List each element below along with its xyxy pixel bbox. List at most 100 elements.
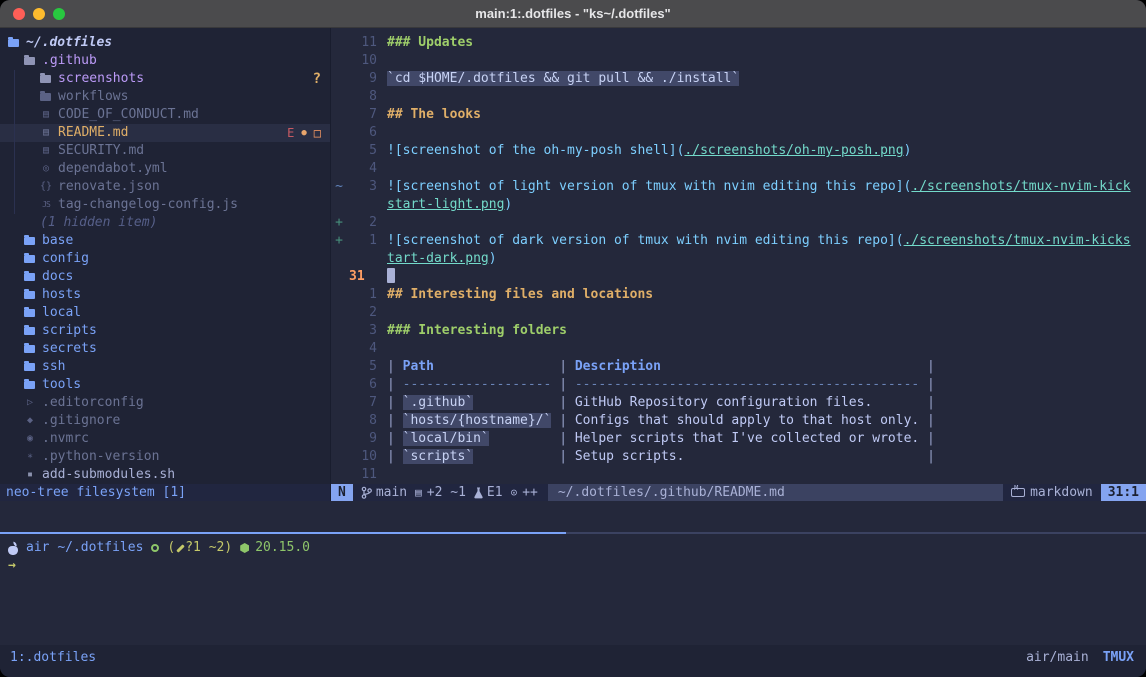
tree-item-renovate-json[interactable]: {}renovate.json: [0, 178, 330, 196]
editor-line[interactable]: 3### Interesting folders: [331, 322, 1146, 340]
line-number: 5: [347, 358, 377, 376]
folder-icon: [24, 255, 35, 263]
tree-item-readme-md[interactable]: ▤README.mdE●□: [0, 124, 330, 142]
editor-line[interactable]: 7## The looks: [331, 106, 1146, 124]
pencil-icon: [175, 543, 185, 553]
indent-guide: [0, 394, 24, 412]
tree-item-label: base: [42, 232, 73, 250]
marker-sq-icon: □: [314, 124, 321, 142]
tree-item-docs[interactable]: docs: [0, 268, 330, 286]
editor-line[interactable]: 9| `local/bin` | Helper scripts that I'v…: [331, 430, 1146, 448]
indent-guide: [0, 466, 24, 484]
shell-pane[interactable]: air ~/.dotfiles ( ?1 ~2 ) 20.15.0 →: [0, 534, 1146, 645]
editor-line[interactable]: 1## Interesting files and locations: [331, 286, 1146, 304]
tree-item-local[interactable]: local: [0, 304, 330, 322]
editor-line[interactable]: 4: [331, 160, 1146, 178]
tree-item-gitignore[interactable]: ◆.gitignore: [0, 412, 330, 430]
tree-item-editorconfig[interactable]: ▷.editorconfig: [0, 394, 330, 412]
tree-item-nvmrc[interactable]: ◉.nvmrc: [0, 430, 330, 448]
syntax-link: ): [904, 143, 912, 158]
tree-item-base[interactable]: base: [0, 232, 330, 250]
line-text: `cd $HOME/.dotfiles && git pull && ./ins…: [377, 70, 739, 88]
maximize-button[interactable]: [53, 8, 65, 20]
syntax-link: ![screenshot of dark version of tmux wit…: [387, 233, 904, 248]
tree-item-1-hidden-item[interactable]: (1 hidden item): [0, 214, 330, 232]
editor-line[interactable]: 4: [331, 340, 1146, 358]
tmux-window-tab[interactable]: 1:.dotfiles: [10, 650, 96, 665]
prompt-input-line[interactable]: →: [8, 557, 1146, 575]
indent-guide: [0, 376, 24, 394]
editor-window[interactable]: 11### Updates109`cd $HOME/.dotfiles && g…: [331, 28, 1146, 501]
syntax-code: `.github`: [403, 395, 473, 410]
tree-item-code-of-conduct-md[interactable]: ▤CODE_OF_CONDUCT.md: [0, 106, 330, 124]
editor-line-wrap[interactable]: start-light.png): [331, 196, 1146, 214]
editor-line[interactable]: 5| Path | Description |: [331, 358, 1146, 376]
line-text: | `hosts/{hostname}/` | Configs that sho…: [377, 412, 935, 430]
titlebar[interactable]: main:1:.dotfiles - "ks~/.dotfiles": [0, 0, 1146, 28]
tree-item-secrets[interactable]: secrets: [0, 340, 330, 358]
line-text: | Path | Description |: [377, 358, 935, 376]
tree-item-workflows[interactable]: workflows: [0, 88, 330, 106]
gutter-sign: [331, 52, 347, 70]
editor-line[interactable]: 6: [331, 124, 1146, 142]
indent-guide: [0, 232, 24, 250]
cursor-position: 31:1: [1101, 484, 1146, 501]
tree-item-config[interactable]: config: [0, 250, 330, 268]
buffer-icon: ▤: [415, 486, 422, 499]
syntax-pipe: |: [551, 413, 574, 428]
syntax-url: start-light.png: [387, 197, 504, 212]
tree-item-add-submodules-sh[interactable]: ▪add-submodules.sh: [0, 466, 330, 484]
git-paren-open: (: [167, 539, 175, 557]
editor-line[interactable]: 5![screenshot of the oh-my-posh shell](.…: [331, 142, 1146, 160]
editor-line[interactable]: 11### Updates: [331, 34, 1146, 52]
editor-line[interactable]: 9`cd $HOME/.dotfiles && git pull && ./in…: [331, 70, 1146, 88]
traffic-lights: [13, 8, 65, 20]
tree-item-hosts[interactable]: hosts: [0, 286, 330, 304]
apple-icon: [8, 542, 18, 555]
tree-item-security-md[interactable]: ▤SECURITY.md: [0, 142, 330, 160]
editor-buffer[interactable]: 11### Updates109`cd $HOME/.dotfiles && g…: [331, 28, 1146, 484]
editor-line[interactable]: 8| `hosts/{hostname}/` | Configs that sh…: [331, 412, 1146, 430]
tree-item-scripts[interactable]: scripts: [0, 322, 330, 340]
gutter-sign: [331, 88, 347, 106]
tree-item-github[interactable]: .github: [0, 52, 330, 70]
tree-item-tools[interactable]: tools: [0, 376, 330, 394]
gutter-sign: [331, 322, 347, 340]
python-file-icon: ∗: [24, 448, 36, 466]
editor-line[interactable]: 2: [331, 304, 1146, 322]
close-button[interactable]: [13, 8, 25, 20]
editor-line[interactable]: +2: [331, 214, 1146, 232]
mode-indicator: N: [331, 484, 353, 501]
editor-line[interactable]: 31: [331, 268, 1146, 286]
prompt-path: ~/.dotfiles: [57, 539, 143, 557]
gutter-sign: ~: [331, 178, 347, 196]
tmux-pane-divider[interactable]: [0, 532, 1146, 534]
indent-guide: [0, 34, 8, 52]
active-pane-border: [0, 532, 566, 534]
tree-item-markers: ?: [313, 70, 330, 88]
editor-line[interactable]: 11: [331, 466, 1146, 484]
tree-item-dependabot-yml[interactable]: ◎dependabot.yml: [0, 160, 330, 178]
editor-line[interactable]: 7| `.github` | GitHub Repository configu…: [331, 394, 1146, 412]
editor-line[interactable]: 6| ------------------- | ---------------…: [331, 376, 1146, 394]
indent-guide: [0, 214, 40, 232]
tree-item-screenshots[interactable]: screenshots?: [0, 70, 330, 88]
editor-line-wrap[interactable]: tart-dark.png): [331, 250, 1146, 268]
editor-line[interactable]: +1![screenshot of dark version of tmux w…: [331, 232, 1146, 250]
editor-line[interactable]: 10: [331, 52, 1146, 70]
tree-item-ssh[interactable]: ssh: [0, 358, 330, 376]
minimize-button[interactable]: [33, 8, 45, 20]
editor-line[interactable]: 10| `scripts` | Setup scripts. |: [331, 448, 1146, 466]
tree-item-python-version[interactable]: ∗.python-version: [0, 448, 330, 466]
indent-guide: [0, 124, 40, 142]
tree-item-tag-changelog-config-js[interactable]: JStag-changelog-config.js: [0, 196, 330, 214]
tree-item-label: secrets: [42, 340, 97, 358]
current-line-number: 31: [347, 268, 377, 286]
tree-item-label: dependabot.yml: [58, 160, 168, 178]
editor-line[interactable]: 8: [331, 88, 1146, 106]
indent-guide: [0, 196, 40, 214]
tree-item-dotfiles[interactable]: ~/.dotfiles: [0, 34, 330, 52]
line-number: 10: [347, 52, 377, 70]
folder-icon: [40, 93, 51, 101]
editor-line[interactable]: ~3![screenshot of light version of tmux …: [331, 178, 1146, 196]
